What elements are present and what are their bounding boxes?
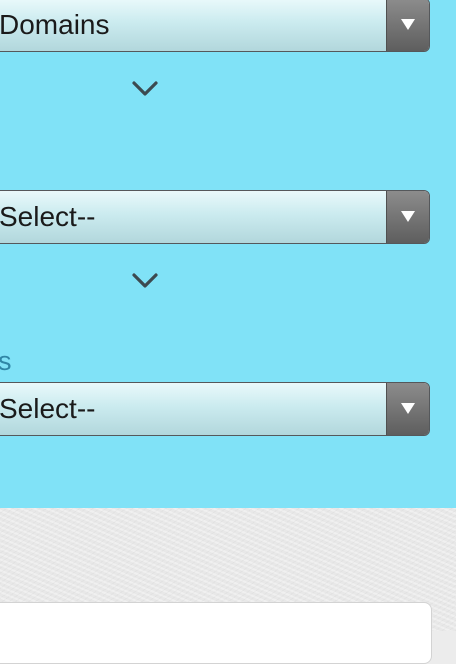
chevron-down-icon[interactable]	[131, 272, 159, 290]
dropdown-arrow-button[interactable]	[386, 383, 429, 435]
domains-select-value: Domains	[0, 9, 110, 40]
chevron-down-icon[interactable]	[131, 80, 159, 98]
triangle-down-icon	[401, 211, 415, 222]
filter-panel: Domains Select-- s Select--	[0, 0, 456, 508]
third-filter-label: s	[0, 346, 12, 376]
second-select-value: Select--	[0, 201, 96, 232]
triangle-down-icon	[401, 19, 415, 30]
dropdown-arrow-button[interactable]	[386, 0, 429, 51]
content-card	[0, 602, 432, 664]
domains-select[interactable]: Domains	[0, 0, 430, 52]
second-select[interactable]: Select--	[0, 190, 430, 244]
triangle-down-icon	[401, 403, 415, 414]
dropdown-arrow-button[interactable]	[386, 191, 429, 243]
third-select-value: Select--	[0, 393, 96, 424]
third-select[interactable]: Select--	[0, 382, 430, 436]
